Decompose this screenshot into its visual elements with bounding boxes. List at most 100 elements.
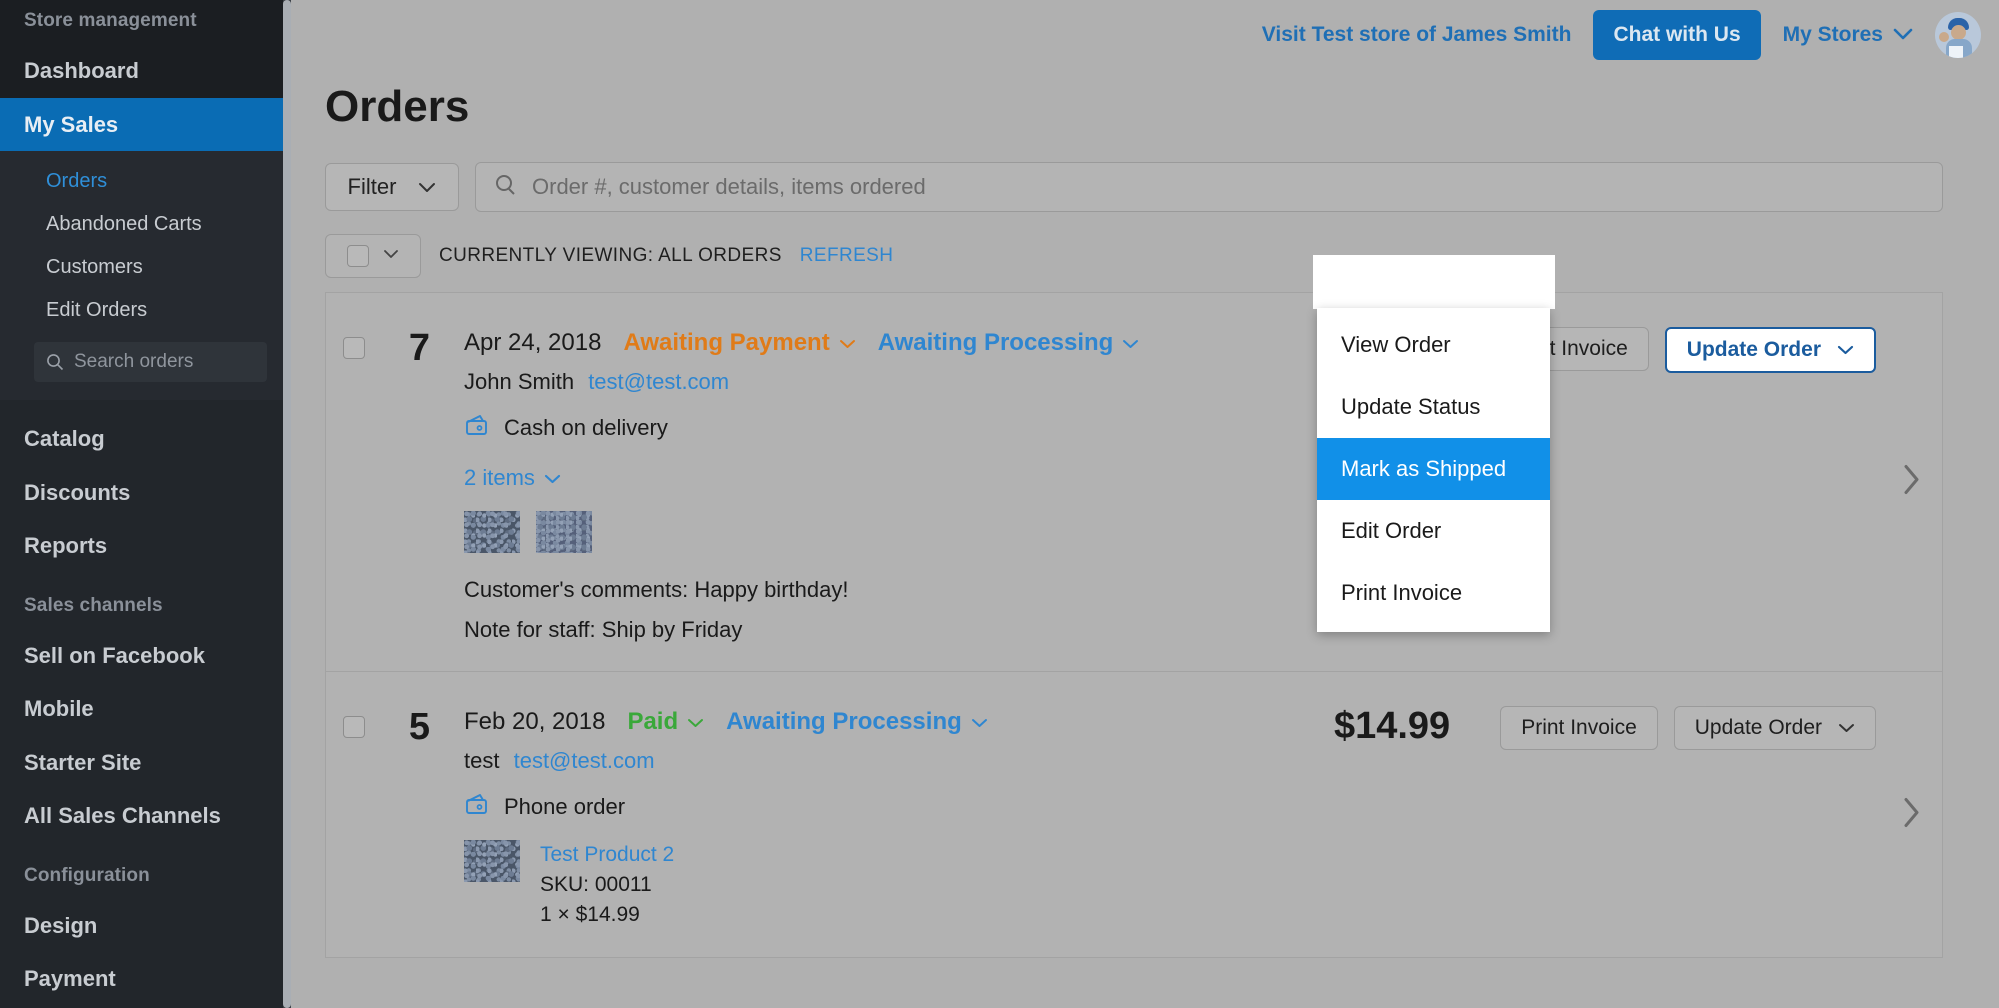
- update-order-button[interactable]: Update Order: [1674, 706, 1876, 750]
- product-name[interactable]: Test Product 2: [540, 840, 674, 870]
- page-title: Orders: [291, 70, 1999, 132]
- my-stores-dropdown[interactable]: My Stores: [1783, 23, 1913, 47]
- chevron-down-icon: [687, 708, 704, 736]
- fulfillment-status-dropdown[interactable]: Awaiting Processing: [726, 708, 988, 736]
- payment-method-label: Phone order: [504, 794, 625, 820]
- sidebar-subitem-orders[interactable]: Orders: [0, 160, 291, 203]
- sidebar-scrollbar[interactable]: [283, 0, 291, 1008]
- search-orders-input[interactable]: [74, 351, 255, 373]
- customer-line: John Smith test@test.com: [464, 369, 1322, 395]
- order-row-checkbox-cell: [326, 293, 382, 671]
- wallet-icon: [464, 792, 492, 822]
- sidebar-scrollbar-thumb[interactable]: [283, 0, 291, 1008]
- chevron-down-icon: [1837, 338, 1854, 362]
- table-row[interactable]: 7 Apr 24, 2018 Awaiting Payment Awaiting…: [326, 293, 1942, 672]
- menu-item-update-status[interactable]: Update Status: [1317, 376, 1550, 438]
- order-checkbox[interactable]: [343, 337, 365, 359]
- payment-method-line: Phone order: [464, 792, 1322, 822]
- main-content: Visit Test store of James Smith Chat wit…: [291, 0, 1999, 1008]
- order-details: Apr 24, 2018 Awaiting Payment Awaiting P…: [430, 293, 1322, 671]
- order-summary-line: Feb 20, 2018 Paid Awaiting Processing: [464, 708, 1322, 736]
- order-expand-arrow[interactable]: [1900, 462, 1924, 503]
- filter-row: Filter: [291, 132, 1999, 212]
- customer-line: test test@test.com: [464, 748, 1322, 774]
- orders-search-box[interactable]: [475, 162, 1943, 212]
- menu-item-print-invoice[interactable]: Print Invoice: [1317, 562, 1550, 624]
- sidebar-item-dashboard[interactable]: Dashboard: [0, 44, 291, 98]
- refresh-link[interactable]: REFRESH: [800, 245, 894, 267]
- sidebar-item-payment[interactable]: Payment: [0, 952, 291, 1006]
- chevron-down-icon: [1893, 23, 1913, 47]
- orders-search-input[interactable]: [532, 174, 1924, 200]
- dropdown-halo: [1313, 255, 1555, 309]
- sidebar-item-catalog[interactable]: Catalog: [0, 412, 291, 466]
- payment-method-line: Cash on delivery: [464, 413, 1322, 443]
- search-icon: [494, 173, 518, 202]
- sidebar-item-all-sales-channels[interactable]: All Sales Channels: [0, 789, 291, 843]
- sidebar: Store management Dashboard My Sales Orde…: [0, 0, 291, 1008]
- app-root: Store management Dashboard My Sales Orde…: [0, 0, 1999, 1008]
- chevron-down-icon: [418, 174, 436, 200]
- chat-with-us-button[interactable]: Chat with Us: [1593, 10, 1760, 60]
- customer-email[interactable]: test@test.com: [588, 369, 729, 394]
- payment-status-label: Paid: [627, 708, 678, 736]
- order-expand-arrow[interactable]: [1900, 794, 1924, 835]
- sidebar-subitem-edit-orders[interactable]: Edit Orders: [0, 289, 291, 332]
- menu-item-mark-as-shipped[interactable]: Mark as Shipped: [1317, 438, 1550, 500]
- payment-status-dropdown[interactable]: Paid: [627, 708, 704, 736]
- bulk-select-checkbox[interactable]: [347, 245, 369, 267]
- filter-button[interactable]: Filter: [325, 163, 459, 211]
- fulfillment-status-label: Awaiting Processing: [726, 708, 962, 736]
- order-checkbox[interactable]: [343, 716, 365, 738]
- sidebar-item-my-sales[interactable]: My Sales: [0, 98, 291, 152]
- sidebar-item-sell-on-facebook[interactable]: Sell on Facebook: [0, 629, 291, 683]
- order-date: Feb 20, 2018: [464, 708, 605, 736]
- update-order-label: Update Order: [1695, 716, 1822, 740]
- bulk-select-dropdown[interactable]: [325, 234, 421, 278]
- menu-item-view-order[interactable]: View Order: [1317, 314, 1550, 376]
- sidebar-subitem-abandoned-carts[interactable]: Abandoned Carts: [0, 203, 291, 246]
- currently-viewing-label: CURRENTLY VIEWING: ALL ORDERS: [439, 245, 782, 267]
- payment-status-dropdown[interactable]: Awaiting Payment: [623, 329, 855, 357]
- sidebar-subitem-customers[interactable]: Customers: [0, 246, 291, 289]
- product-thumbnail[interactable]: [464, 840, 520, 882]
- payment-status-label: Awaiting Payment: [623, 329, 829, 357]
- orders-list: 7 Apr 24, 2018 Awaiting Payment Awaiting…: [325, 292, 1943, 958]
- update-order-dropdown-menu[interactable]: View Order Update Status Mark as Shipped…: [1317, 308, 1550, 632]
- product-thumbnail[interactable]: [536, 511, 592, 553]
- sidebar-item-mobile[interactable]: Mobile: [0, 682, 291, 736]
- sidebar-search-orders[interactable]: [34, 342, 267, 382]
- sidebar-item-design[interactable]: Design: [0, 899, 291, 953]
- top-header: Visit Test store of James Smith Chat wit…: [291, 0, 1999, 70]
- order-item-thumbnails: [464, 511, 1322, 553]
- chevron-down-icon: [971, 708, 988, 736]
- fulfillment-status-dropdown[interactable]: Awaiting Processing: [878, 329, 1140, 357]
- fulfillment-status-label: Awaiting Processing: [878, 329, 1114, 357]
- customer-email[interactable]: test@test.com: [514, 748, 655, 773]
- currently-viewing-row: CURRENTLY VIEWING: ALL ORDERS REFRESH: [291, 212, 1999, 278]
- visit-store-link[interactable]: Visit Test store of James Smith: [1262, 23, 1572, 47]
- avatar-laptop: [1949, 46, 1963, 58]
- chevron-down-icon: [383, 247, 399, 265]
- order-actions: $14.99 Print Invoice Update Order: [1322, 672, 1942, 957]
- items-toggle[interactable]: 2 items: [464, 465, 561, 491]
- order-date: Apr 24, 2018: [464, 329, 601, 357]
- chevron-down-icon: [1122, 329, 1139, 357]
- avatar-arm: [1939, 32, 1949, 42]
- menu-item-edit-order[interactable]: Edit Order: [1317, 500, 1550, 562]
- print-invoice-button[interactable]: Print Invoice: [1500, 706, 1658, 750]
- order-number: 5: [382, 672, 430, 957]
- table-row[interactable]: 5 Feb 20, 2018 Paid Awaiting Processing: [326, 672, 1942, 958]
- sidebar-item-starter-site[interactable]: Starter Site: [0, 736, 291, 790]
- product-sku: SKU: 00011: [540, 870, 674, 900]
- order-total: $14.99: [1334, 706, 1450, 748]
- order-summary-line: Apr 24, 2018 Awaiting Payment Awaiting P…: [464, 329, 1322, 357]
- avatar-head: [1951, 25, 1966, 40]
- update-order-button[interactable]: Update Order: [1665, 327, 1876, 373]
- avatar[interactable]: [1935, 12, 1981, 58]
- sidebar-item-discounts[interactable]: Discounts: [0, 466, 291, 520]
- product-thumbnail[interactable]: [464, 511, 520, 553]
- sidebar-item-reports[interactable]: Reports: [0, 519, 291, 573]
- chevron-down-icon: [1838, 716, 1855, 740]
- my-stores-label: My Stores: [1783, 23, 1883, 47]
